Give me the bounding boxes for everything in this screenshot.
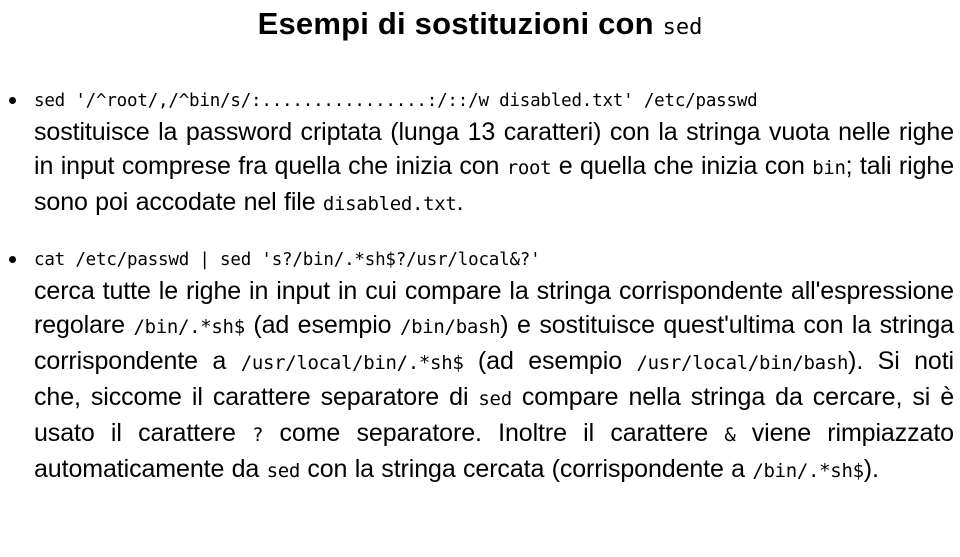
inline-code: /bin/.*sh$	[752, 460, 864, 482]
command-description: cerca tutte le righe in input in cui com…	[34, 274, 954, 488]
inline-code: /usr/local/bin/.*sh$	[240, 352, 464, 374]
slide: Esempi di sostituzioni con sed sed '/^ro…	[0, 0, 960, 557]
inline-code: sed	[478, 388, 512, 410]
page-title-text: Esempi di sostituzioni con	[257, 6, 654, 41]
page-title: Esempi di sostituzioni con sed	[0, 0, 960, 46]
list-item: cat /etc/passwd | sed 's?/bin/.*sh$?/usr…	[6, 247, 954, 488]
list-item: sed '/^root/,/^bin/s/:................:/…	[6, 88, 954, 221]
page-title-code: sed	[662, 15, 703, 40]
command-description: sostituisce la password criptata (lunga …	[34, 115, 954, 221]
inline-text: (ad esempio	[244, 311, 400, 339]
inline-text: ).	[863, 455, 879, 483]
bullet-list: sed '/^root/,/^bin/s/:................:/…	[0, 88, 960, 488]
bullet-dot-icon	[9, 97, 16, 104]
inline-text: .	[456, 188, 464, 216]
bullet-dot-icon	[9, 256, 16, 263]
command-code: sed '/^root/,/^bin/s/:................:/…	[34, 91, 758, 111]
inline-code: /usr/local/bin/bash	[636, 352, 849, 374]
inline-text: con la stringa cercata (corrispondente a	[300, 455, 753, 483]
inline-code: root	[506, 157, 552, 179]
inline-text: come separatore. Inoltre il carattere	[263, 419, 725, 447]
inline-code: /bin/.*sh$	[133, 316, 245, 338]
inline-code: &	[724, 424, 736, 446]
inline-text: e quella che inizia con	[551, 152, 813, 180]
inline-code: sed	[266, 460, 301, 482]
inline-text: (ad esempio	[463, 347, 637, 375]
inline-code: disabled.txt	[322, 193, 457, 215]
inline-code: ?	[252, 424, 264, 446]
command-code: cat /etc/passwd | sed 's?/bin/.*sh$?/usr…	[34, 250, 541, 270]
inline-code: /bin/bash	[400, 316, 501, 338]
inline-code: bin	[812, 157, 846, 179]
